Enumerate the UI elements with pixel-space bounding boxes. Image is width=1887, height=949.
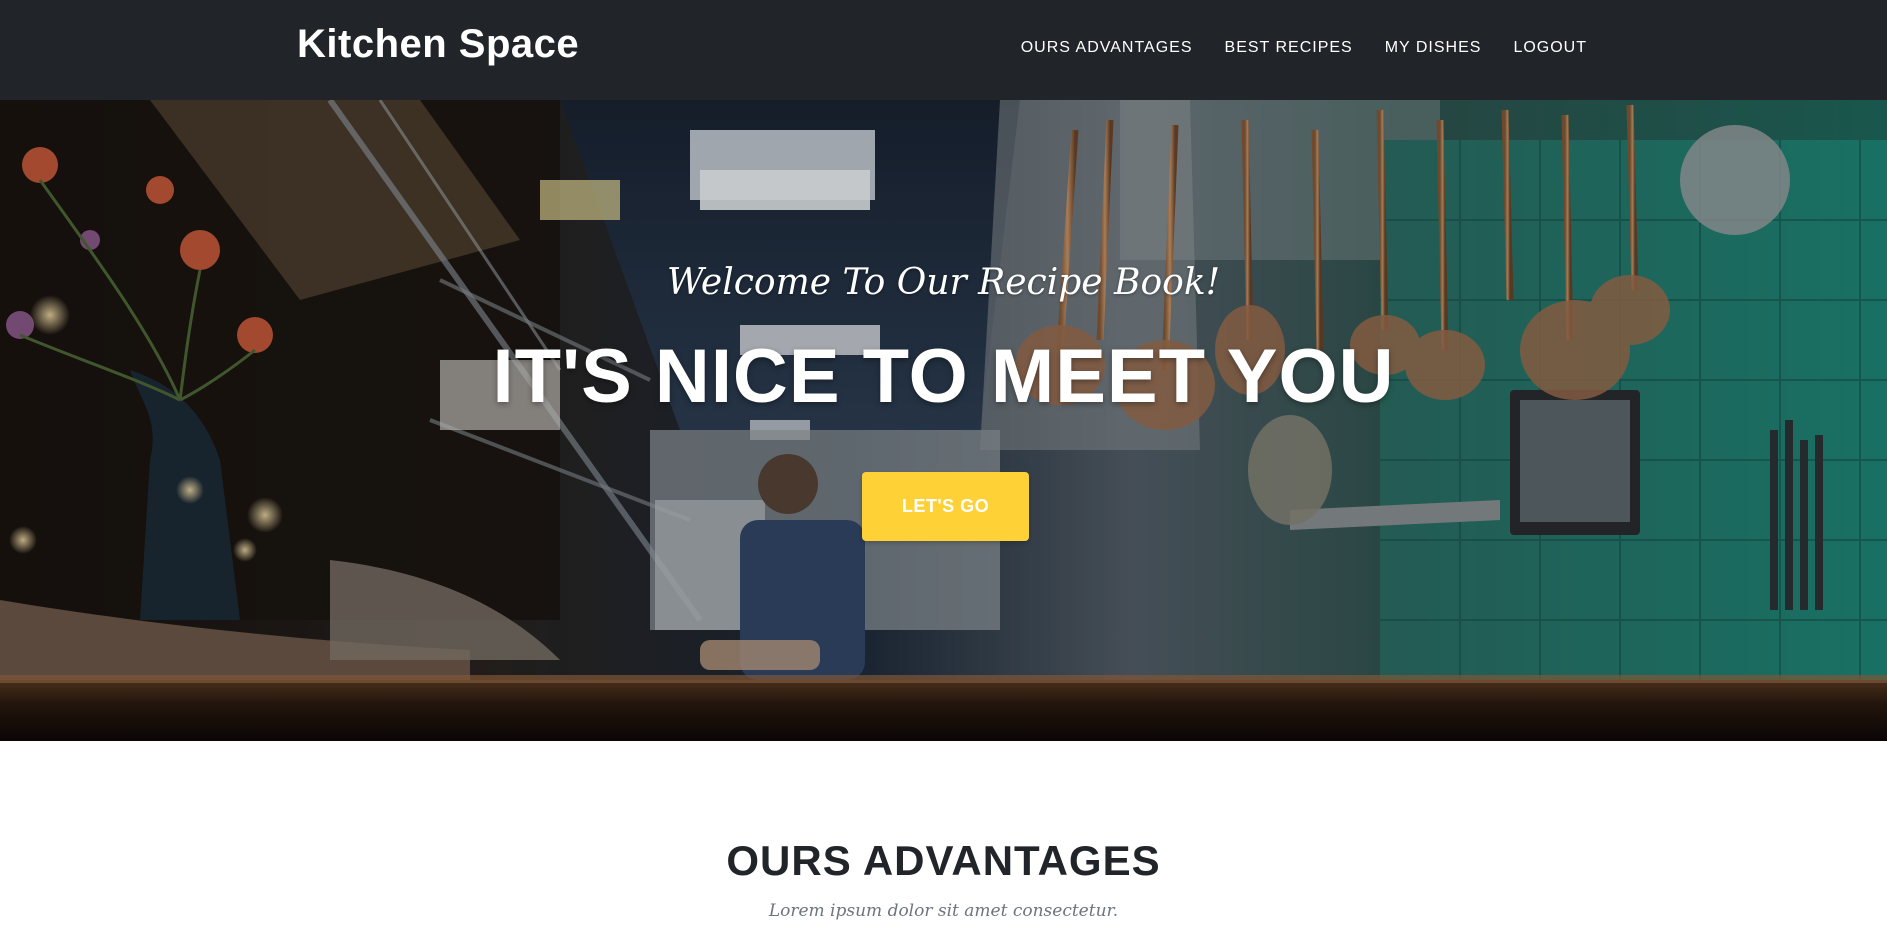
nav-link-best-recipes[interactable]: BEST RECIPES	[1209, 37, 1369, 59]
brand-logo[interactable]: Kitchen Space	[297, 18, 579, 70]
hero-title: IT'S NICE TO MEET YOU	[492, 334, 1395, 419]
hero-section: Welcome To Our Recipe Book! IT'S NICE TO…	[0, 100, 1887, 741]
lets-go-button[interactable]: LET'S GO	[862, 472, 1029, 541]
section-title: OURS ADVANTAGES	[726, 837, 1161, 884]
nav-link-ours-advantages[interactable]: OURS ADVANTAGES	[1005, 37, 1209, 59]
nav-links: OURS ADVANTAGES BEST RECIPES MY DISHES L…	[1005, 37, 1587, 59]
nav-link-logout[interactable]: LOGOUT	[1497, 37, 1587, 59]
nav-link-my-dishes[interactable]: MY DISHES	[1369, 37, 1498, 59]
hero-content: Welcome To Our Recipe Book! IT'S NICE TO…	[0, 100, 1887, 741]
section-subtitle: Lorem ipsum dolor sit amet consectetur.	[768, 901, 1119, 921]
hero-subtitle: Welcome To Our Recipe Book!	[666, 262, 1221, 303]
navbar: Kitchen Space OURS ADVANTAGES BEST RECIP…	[0, 0, 1887, 100]
